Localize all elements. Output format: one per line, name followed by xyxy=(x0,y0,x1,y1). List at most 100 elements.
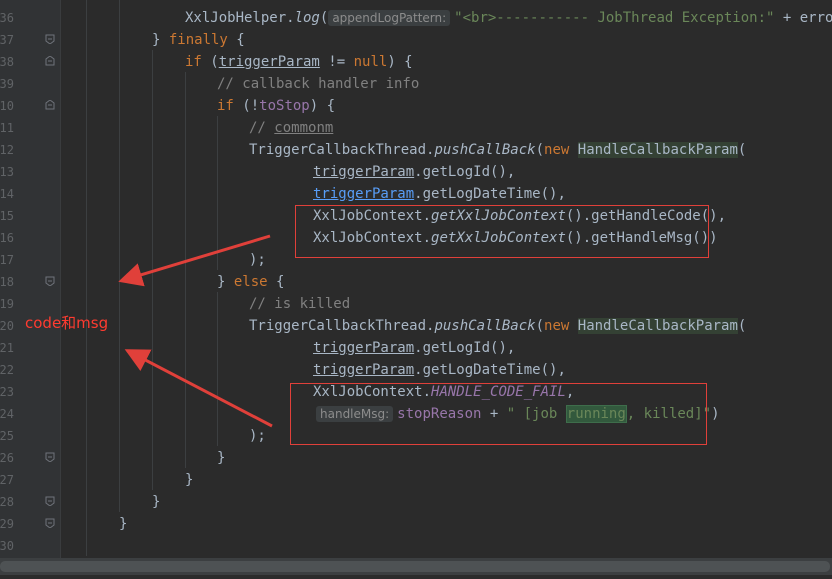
keyword: null xyxy=(353,54,388,70)
annotation-box-killed xyxy=(290,383,707,445)
annotation-box-code-msg xyxy=(295,205,709,258)
line-number: 36 xyxy=(0,11,14,25)
fold-marker-icon[interactable] xyxy=(45,496,55,506)
comment: // xyxy=(249,120,275,136)
annotation-label: code和msg xyxy=(25,314,109,332)
line-number: 21 xyxy=(0,341,14,355)
code-line-56: } xyxy=(217,447,225,469)
line-number: 10 xyxy=(0,99,14,113)
fold-marker-icon[interactable] xyxy=(45,100,55,110)
line-number: 17 xyxy=(0,253,14,267)
variable: triggerParam xyxy=(313,164,415,180)
code-token: } xyxy=(119,516,128,532)
keyword: finally xyxy=(168,32,228,48)
parameter-hint: appendLogPattern: xyxy=(328,10,451,26)
code-line-36: XxlJobHelper.log(appendLogPattern: "<br>-… xyxy=(185,7,832,29)
code-line-39: // callback handler info xyxy=(217,73,419,95)
variable: triggerParam xyxy=(313,340,415,356)
indent-guide xyxy=(152,50,153,490)
code-token: != xyxy=(319,54,354,70)
code-line-48: } else { xyxy=(217,271,284,293)
keyword: new xyxy=(544,318,570,334)
code-token: } xyxy=(152,32,169,48)
keyword: if xyxy=(185,54,202,70)
line-number: 23 xyxy=(0,385,14,399)
code-line-49: // is killed xyxy=(249,293,350,315)
scrollbar-thumb[interactable] xyxy=(0,561,830,572)
code-token: } xyxy=(217,450,226,466)
keyword: else xyxy=(233,274,268,290)
fold-marker-icon[interactable] xyxy=(45,518,55,528)
code-token: ( xyxy=(737,142,747,158)
code-token: ( xyxy=(535,318,545,334)
code-line-43: triggerParam.getLogId(), xyxy=(313,161,515,183)
code-line-58: } xyxy=(152,491,160,513)
line-number: 16 xyxy=(0,231,14,245)
fold-marker-icon[interactable] xyxy=(45,56,55,66)
code-token: + errorMsg xyxy=(782,10,832,26)
line-number: 26 xyxy=(0,451,14,465)
code-token: .getLogDateTime(), xyxy=(414,362,566,378)
code-token: ( xyxy=(737,318,747,334)
code-line-59: } xyxy=(119,513,127,535)
code-token: (! xyxy=(233,98,260,114)
code-line-47: ); xyxy=(249,249,266,271)
comment: // callback handler info xyxy=(217,76,420,92)
line-number: 30 xyxy=(0,539,14,553)
code-token: .getLogDateTime(), xyxy=(414,186,566,202)
code-token: } xyxy=(152,494,161,510)
variable: triggerParam xyxy=(313,362,415,378)
keyword: new xyxy=(544,142,570,158)
code-token: ) { xyxy=(309,98,336,114)
code-token: ) xyxy=(711,406,720,422)
class-name: TriggerCallbackThread. xyxy=(249,318,435,334)
line-number: 18 xyxy=(0,275,14,289)
line-number: 39 xyxy=(0,77,14,91)
code-token: .getLogId(), xyxy=(414,164,516,180)
code-line-38: if (triggerParam != null) { xyxy=(185,51,413,73)
code-token: ( xyxy=(535,142,545,158)
field: toStop xyxy=(259,98,310,114)
indent-guide xyxy=(86,0,87,556)
line-number: 37 xyxy=(0,33,14,47)
comment: // is killed xyxy=(249,296,351,312)
line-number: 38 xyxy=(0,55,14,69)
code-line-51: triggerParam.getLogId(), xyxy=(313,337,515,359)
code-token: ); xyxy=(249,252,266,268)
line-number: 22 xyxy=(0,363,14,377)
fold-marker-icon[interactable] xyxy=(45,276,55,286)
constructor-name: HandleCallbackParam xyxy=(577,318,738,334)
line-number: 12 xyxy=(0,143,14,157)
line-number: 29 xyxy=(0,517,14,531)
code-token: { xyxy=(267,274,285,290)
code-token: } xyxy=(217,274,234,290)
line-number: 28 xyxy=(0,495,14,509)
line-number: 20 xyxy=(0,319,14,333)
line-number: 25 xyxy=(0,429,14,443)
class-name: TriggerCallbackThread. xyxy=(249,142,435,158)
indent-guide xyxy=(119,0,120,512)
method-name: log xyxy=(294,10,320,26)
code-line-40: if (!toStop) { xyxy=(217,95,335,117)
horizontal-scrollbar[interactable] xyxy=(0,558,832,575)
code-token: XxlJobHelper. xyxy=(185,10,295,26)
code-line-41: // commonm xyxy=(249,117,333,139)
fold-marker-icon[interactable] xyxy=(45,452,55,462)
code-line-55: ); xyxy=(249,425,266,447)
code-line-57: } xyxy=(185,469,193,491)
line-number: 14 xyxy=(0,187,14,201)
line-number: 19 xyxy=(0,297,14,311)
code-line-44: triggerParam.getLogDateTime(), xyxy=(313,183,566,205)
line-number: 15 xyxy=(0,209,14,223)
fold-marker-icon[interactable] xyxy=(45,34,55,44)
method-name: pushCallBack xyxy=(434,318,536,334)
indent-guide xyxy=(217,292,218,446)
indent-guide xyxy=(185,72,186,468)
gutter-separator xyxy=(60,0,61,558)
line-number: 13 xyxy=(0,165,14,179)
code-line-52: triggerParam.getLogDateTime(), xyxy=(313,359,566,381)
code-token: { xyxy=(227,32,245,48)
code-token: ) { xyxy=(387,54,413,70)
